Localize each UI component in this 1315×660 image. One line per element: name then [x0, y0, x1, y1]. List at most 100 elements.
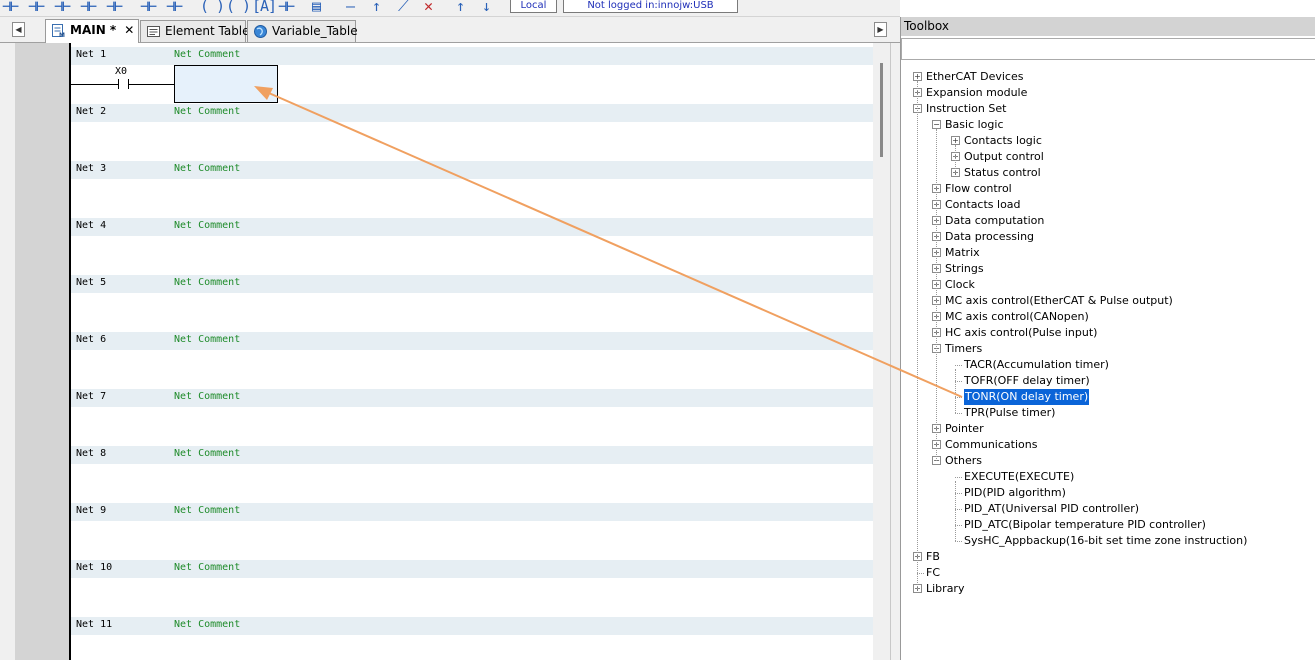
instruction-tool-icon[interactable]: ⊣⊢ [278, 0, 295, 15]
tree-item-label: Instruction Set [926, 102, 1007, 115]
tree-item-label: Matrix [945, 246, 980, 259]
vertical-line-tool-icon[interactable]: ↑ [372, 0, 381, 15]
tree-connector [955, 477, 962, 478]
tree-item-label: Timers [945, 342, 983, 355]
net-header[interactable]: Net 9 Net Comment [71, 503, 873, 521]
collapse-icon[interactable]: − [932, 120, 941, 129]
tree-connector [955, 397, 962, 398]
move-up-tool-icon[interactable]: ↑ [456, 0, 465, 15]
tree-item-label: Strings [945, 262, 984, 275]
net-comment[interactable]: Net Comment [174, 163, 240, 174]
delete-line-tool-icon[interactable]: ⟋ [398, 0, 408, 15]
branch-tool-icon[interactable]: ⊣⊢ [166, 0, 183, 15]
tree-connector [955, 525, 962, 526]
editor-margin [15, 43, 69, 660]
net-comment[interactable]: Net Comment [174, 505, 240, 516]
net-label: Net 9 [76, 505, 107, 516]
ladder-program-icon: M [52, 24, 65, 38]
net-label: Net 1 [76, 49, 107, 60]
net-header[interactable]: Net 1 Net Comment [71, 47, 873, 65]
tree-guide-line [955, 369, 956, 413]
tree-item-label: Flow control [945, 182, 1012, 195]
expand-icon[interactable]: + [951, 136, 960, 145]
falling-edge-tool-icon[interactable]: ⊣⊢ [80, 0, 97, 15]
net-comment[interactable]: Net Comment [174, 448, 240, 459]
tree-connector [955, 381, 962, 382]
net-comment[interactable]: Net Comment [174, 277, 240, 288]
set-coil-tool-icon[interactable]: ( ) [226, 0, 251, 15]
tree-item-label: HC axis control(Pulse input) [945, 326, 1098, 339]
net-comment[interactable]: Net Comment [174, 220, 240, 231]
net-header[interactable]: Net 6 Net Comment [71, 332, 873, 350]
net-label: Net 10 [76, 562, 113, 573]
tree-connector [955, 413, 962, 414]
net-label: Net 11 [76, 619, 113, 630]
comment-tool-icon[interactable]: ▤ [312, 0, 321, 15]
tree-item-label: SysHC_Appbackup(16-bit set time zone ins… [964, 534, 1248, 547]
function-block-tool-icon[interactable]: [A] [252, 0, 277, 15]
tree-guide-line [936, 129, 937, 461]
tree-item-label: MC axis control(CANopen) [945, 310, 1089, 323]
tree-item-label: EtherCAT Devices [926, 70, 1024, 83]
tree-item-label: Output control [964, 150, 1044, 163]
net-header[interactable]: Net 8 Net Comment [71, 446, 873, 464]
net-comment[interactable]: Net Comment [174, 619, 240, 630]
net-label: Net 7 [76, 391, 107, 402]
net-header[interactable]: Net 2 Net Comment [71, 104, 873, 122]
tree-connector [917, 573, 924, 574]
parallel-contact-tool-icon[interactable]: ⊣⊢ [106, 0, 123, 15]
net-header[interactable]: Net 4 Net Comment [71, 218, 873, 236]
delete-vertical-tool-icon[interactable]: ✕ [424, 0, 433, 15]
tree-guide-line [917, 81, 918, 589]
parallel-closed-tool-icon[interactable]: ⊣⊢ [140, 0, 157, 15]
tab-scroll-left-button[interactable]: ◀ [12, 22, 25, 37]
ladder-editor[interactable]: Net 1 Net Comment Net 2 Net Comment Net … [0, 43, 900, 660]
globe-icon [254, 25, 267, 38]
closed-contact-tool-icon[interactable]: ⊣⊢ [28, 0, 45, 15]
empty-instruction-box[interactable] [174, 65, 278, 103]
expand-icon[interactable]: + [913, 72, 922, 81]
tree-item-label: EXECUTE(EXECUTE) [964, 470, 1075, 483]
editor-vertical-scrollbar[interactable] [873, 43, 890, 660]
tree-item-label: Others [945, 454, 982, 467]
tree-item-label: Pointer [945, 422, 984, 435]
scrollbar-thumb[interactable] [880, 63, 883, 157]
tree-item-label: Status control [964, 166, 1041, 179]
net-comment[interactable]: Net Comment [174, 334, 240, 345]
tab-variable-table[interactable]: Variable_Table [247, 20, 358, 42]
tab-main[interactable]: M MAIN * ✕ [45, 19, 139, 43]
net-label: Net 4 [76, 220, 107, 231]
net-header[interactable]: Net 7 Net Comment [71, 389, 873, 407]
pane-splitter[interactable] [890, 43, 900, 660]
net-header[interactable]: Net 11 Net Comment [71, 617, 873, 635]
tree-item-label: TPR(Pulse timer) [964, 406, 1056, 419]
rung-wire [129, 84, 174, 85]
editor-gutter [0, 43, 15, 660]
toolbox-search-input[interactable] [901, 38, 1315, 60]
tab-main-label: MAIN * [70, 23, 117, 37]
rising-edge-tool-icon[interactable]: ⊣⊢ [54, 0, 71, 15]
tab-scroll-right-button[interactable]: ▶ [874, 22, 887, 37]
net-header[interactable]: Net 5 Net Comment [71, 275, 873, 293]
tree-item-label: FB [926, 550, 940, 563]
net-comment[interactable]: Net Comment [174, 49, 240, 60]
net-label: Net 2 [76, 106, 107, 117]
tree-item-label: TONR(ON delay timer) [964, 389, 1090, 405]
toolbox-title: Toolbox [901, 17, 1315, 36]
tree-connector [955, 541, 962, 542]
move-down-tool-icon[interactable]: ↓ [482, 0, 491, 15]
rung-wire [71, 84, 118, 85]
tree-item-label: FC [926, 566, 941, 579]
net-header[interactable]: Net 10 Net Comment [71, 560, 873, 578]
net-comment[interactable]: Net Comment [174, 391, 240, 402]
close-icon[interactable]: ✕ [124, 23, 134, 37]
tab-element-table[interactable]: Element Table [140, 20, 250, 42]
net-label: Net 6 [76, 334, 107, 345]
coil-tool-icon[interactable]: ( ) [200, 0, 225, 15]
horizontal-line-tool-icon[interactable]: — [346, 0, 355, 15]
contact-label: X0 [115, 66, 128, 77]
net-comment[interactable]: Net Comment [174, 562, 240, 573]
net-comment[interactable]: Net Comment [174, 106, 240, 117]
open-contact-tool-icon[interactable]: ⊣⊢ [2, 0, 19, 15]
net-header[interactable]: Net 3 Net Comment [71, 161, 873, 179]
